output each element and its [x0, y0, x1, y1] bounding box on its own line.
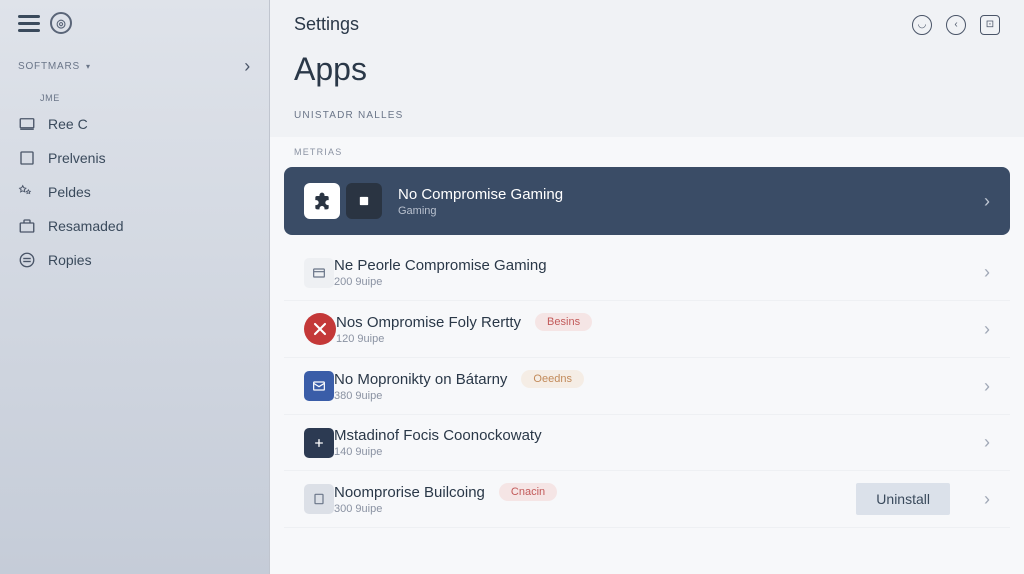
sidebar-section-header[interactable]: SOFTMARS ▾ ›: [0, 50, 269, 83]
category-label: METRIAS: [270, 137, 1024, 167]
chevron-right-icon: ›: [968, 432, 990, 453]
app-name: Ne Peorle Compromise Gaming: [334, 257, 968, 274]
app-text: Mstadinof Focis Coonockowaty 140 9uipe: [334, 427, 968, 458]
app-mail-icon: [304, 371, 334, 401]
chevron-right-icon: ›: [244, 56, 251, 77]
app-name: Noomprorise Builcoing: [334, 484, 485, 501]
app-sub: Gaming: [398, 205, 968, 217]
app-doc-icon: [304, 484, 334, 514]
app-puzzle-icon: [304, 183, 340, 219]
monitor-icon: [18, 115, 36, 133]
app-plus-icon: [304, 428, 334, 458]
stars-icon: [18, 183, 36, 201]
page-title: Apps: [270, 43, 1024, 106]
status-badge: Cnacin: [499, 483, 557, 501]
sidebar-item-peldes[interactable]: Peldes: [0, 175, 269, 209]
app-text: Nos Ompromise Foly Rertty Besins 120 9ui…: [336, 313, 968, 345]
app-row[interactable]: Nos Ompromise Foly Rertty Besins 120 9ui…: [284, 301, 1010, 358]
sidebar-item-label: Ree C: [48, 116, 88, 132]
circle-lines-icon: [18, 251, 36, 269]
sidebar-item-label: Ropies: [48, 252, 92, 268]
app-row[interactable]: Noomprorise Builcoing Cnacin 300 9uipe U…: [284, 471, 1010, 528]
app-name: Nos Ompromise Foly Rertty: [336, 314, 521, 331]
app-name: No Mopronikty on Bátarny: [334, 371, 507, 388]
app-text: Ne Peorle Compromise Gaming 200 9uipe: [334, 257, 968, 288]
sidebar: ◎ SOFTMARS ▾ › JME Ree C Prelvenis Pelde…: [0, 0, 270, 574]
user-icon[interactable]: ◡: [912, 15, 932, 35]
sidebar-top: ◎: [0, 12, 269, 50]
section-label-text: SOFTMARS: [18, 61, 80, 72]
caret-down-icon: ▾: [83, 62, 91, 71]
logo-icon[interactable]: ◎: [50, 12, 72, 34]
apps-list: METRIAS No Compromise Gaming Gaming › Ne…: [270, 137, 1024, 574]
sidebar-item-reec[interactable]: Ree C: [0, 107, 269, 141]
app-row[interactable]: Ne Peorle Compromise Gaming 200 9uipe ›: [284, 245, 1010, 301]
device-icon[interactable]: ⊡: [980, 15, 1000, 35]
briefcase-icon: [18, 217, 36, 235]
status-badge: Besins: [535, 313, 592, 331]
app-size: 380 9uipe: [334, 390, 968, 402]
header: Settings ◡ ‹ ⊡: [270, 0, 1024, 43]
chevron-right-icon: ›: [968, 319, 990, 340]
app-row[interactable]: No Mopronikty on Bátarny Oeedns 380 9uip…: [284, 358, 1010, 415]
sidebar-item-ropies[interactable]: Ropies: [0, 243, 269, 277]
app-text: No Compromise Gaming Gaming: [398, 186, 968, 217]
header-icons: ◡ ‹ ⊡: [912, 15, 1000, 35]
uninstall-button[interactable]: Uninstall: [856, 483, 950, 515]
chevron-right-icon: ›: [968, 489, 990, 510]
status-badge: Oeedns: [521, 370, 584, 388]
subsection-label: UNISTADR NALLES: [270, 106, 1024, 137]
chevron-right-icon: ›: [968, 191, 990, 212]
square-icon: [18, 149, 36, 167]
app-row[interactable]: Mstadinof Focis Coonockowaty 140 9uipe ›: [284, 415, 1010, 471]
app-name: No Compromise Gaming: [398, 186, 968, 203]
sidebar-item-label: Prelvenis: [48, 150, 106, 166]
app-close-icon: [304, 313, 336, 345]
chevron-right-icon: ›: [968, 262, 990, 283]
app-name: Mstadinof Focis Coonockowaty: [334, 427, 968, 444]
menu-icon[interactable]: [18, 15, 40, 32]
app-stop-icon: [346, 183, 382, 219]
back-icon[interactable]: ‹: [946, 15, 966, 35]
app-size: 140 9uipe: [334, 446, 968, 458]
app-row-selected[interactable]: No Compromise Gaming Gaming ›: [284, 167, 1010, 235]
sidebar-item-label: Resamaded: [48, 218, 124, 234]
sidebar-tiny-label: JME: [0, 83, 269, 107]
app-size: 120 9uipe: [336, 333, 968, 345]
chevron-right-icon: ›: [968, 376, 990, 397]
app-icon-group: [304, 183, 382, 219]
app-size: 200 9uipe: [334, 276, 968, 288]
sidebar-item-resamaded[interactable]: Resamaded: [0, 209, 269, 243]
sidebar-item-label: Peldes: [48, 184, 91, 200]
header-title: Settings: [294, 14, 359, 35]
sidebar-item-prelvenis[interactable]: Prelvenis: [0, 141, 269, 175]
app-text: No Mopronikty on Bátarny Oeedns 380 9uip…: [334, 370, 968, 402]
app-window-icon: [304, 258, 334, 288]
main-content: Settings ◡ ‹ ⊡ Apps UNISTADR NALLES METR…: [270, 0, 1024, 574]
